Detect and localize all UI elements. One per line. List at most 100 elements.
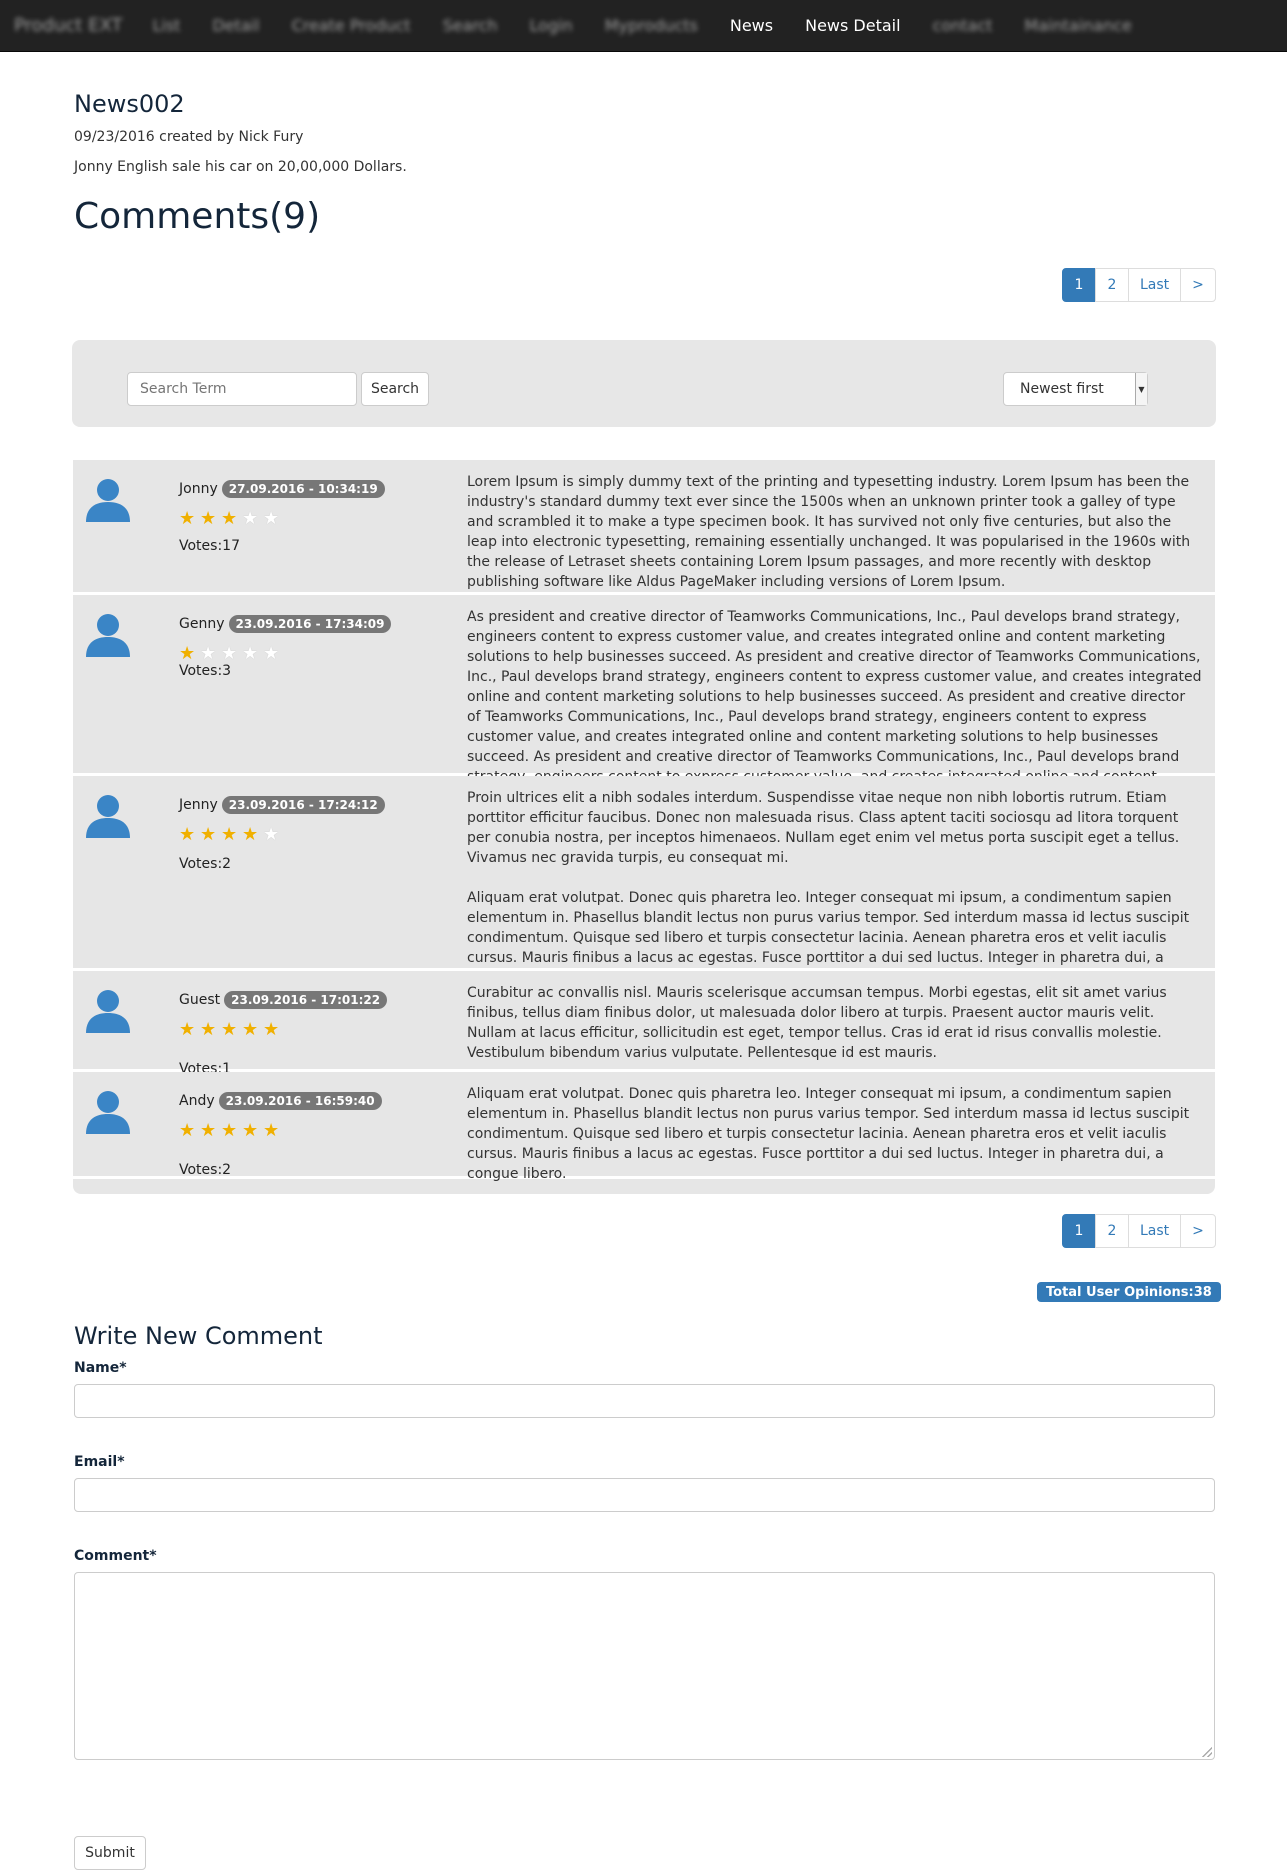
comment-date-badge: 23.09.2016 - 16:59:40 xyxy=(218,1092,382,1110)
comment-item: Jenny 23.09.2016 - 17:24:12 ★ ★ ★ ★ ★ Votes:2 Pr… xyxy=(73,776,1215,986)
comment-label: Comment* xyxy=(74,1548,157,1564)
nav-item-contact[interactable]: contact xyxy=(933,16,993,35)
star-icon[interactable]: ★ xyxy=(263,1122,284,1140)
comment-item: Jonny 27.09.2016 - 10:34:19 ★ ★ ★ ★ ★ Votes:17 L… xyxy=(73,460,1215,595)
comment-paragraph: Aliquam erat volutpat. Donec quis pharet… xyxy=(467,1086,1190,1182)
star-icon[interactable]: ★ xyxy=(263,826,284,844)
page-button[interactable]: 1 xyxy=(1062,268,1096,302)
comment-author-name: Andy xyxy=(179,1093,215,1109)
news-title: News002 xyxy=(74,90,185,118)
star-icon[interactable]: ★ xyxy=(242,510,263,528)
star-icon[interactable]: ★ xyxy=(242,645,263,663)
comments-heading: Comments(9) xyxy=(74,196,321,237)
star-icon[interactable]: ★ xyxy=(263,645,284,663)
nav-item-list[interactable]: List xyxy=(152,16,180,35)
search-button[interactable]: Search xyxy=(361,372,429,406)
pagination-bottom: 1 2 Last > xyxy=(1062,1214,1216,1248)
star-icon[interactable]: ★ xyxy=(263,1021,284,1039)
form-heading: Write New Comment xyxy=(74,1322,323,1350)
comment-date-badge: 23.09.2016 - 17:24:12 xyxy=(221,796,385,814)
star-icon[interactable]: ★ xyxy=(179,826,200,844)
star-icon[interactable]: ★ xyxy=(221,826,242,844)
nav-item-create-product[interactable]: Create Product xyxy=(292,16,411,35)
sort-select[interactable]: Newest first ▼ xyxy=(1003,372,1148,406)
search-input[interactable] xyxy=(127,372,357,406)
comment-item: Guest 23.09.2016 - 17:01:22 ★ ★ ★ ★ ★ Votes:1 Cu… xyxy=(73,971,1215,1077)
star-icon[interactable]: ★ xyxy=(200,1122,221,1140)
star-rating[interactable]: ★ ★ ★ ★ ★ xyxy=(179,826,284,844)
nav-menu: List Detail Create Product Search Login Mypro… xyxy=(152,16,1163,35)
comment-text: Curabitur ac convallis nisl. Mauris scel… xyxy=(467,983,1202,1063)
comment-author: Jenny 23.09.2016 - 17:24:12 xyxy=(179,796,385,814)
comment-author-name: Jonny xyxy=(179,481,218,497)
comment-author: Andy 23.09.2016 - 16:59:40 xyxy=(179,1092,382,1110)
user-avatar-icon xyxy=(85,476,131,522)
star-rating[interactable]: ★ ★ ★ ★ ★ xyxy=(179,1122,284,1140)
news-meta: 09/23/2016 created by Nick Fury xyxy=(74,129,304,145)
star-icon[interactable]: ★ xyxy=(179,645,200,663)
star-icon[interactable]: ★ xyxy=(200,1021,221,1039)
star-icon[interactable]: ★ xyxy=(200,645,221,663)
email-label: Email* xyxy=(74,1454,125,1470)
nav-item-myproducts[interactable]: Myproducts xyxy=(605,16,698,35)
page-button[interactable]: 2 xyxy=(1095,268,1129,302)
user-avatar-icon xyxy=(85,611,131,657)
star-icon[interactable]: ★ xyxy=(221,1021,242,1039)
star-rating[interactable]: ★ ★ ★ ★ ★ xyxy=(179,645,284,663)
star-icon[interactable]: ★ xyxy=(263,510,284,528)
comment-text: Aliquam erat volutpat. Donec quis pharet… xyxy=(467,1084,1202,1184)
star-icon[interactable]: ★ xyxy=(179,1122,200,1140)
search-bar: Search Newest first ▼ xyxy=(72,340,1216,427)
nav-item-detail[interactable]: Detail xyxy=(212,16,259,35)
comment-author-name: Genny xyxy=(179,616,225,632)
star-rating[interactable]: ★ ★ ★ ★ ★ xyxy=(179,1021,284,1039)
pagination-top: 1 2 Last > xyxy=(1062,268,1216,302)
total-opinions-badge: Total User Opinions:38 xyxy=(1037,1282,1221,1302)
page-button[interactable]: Last xyxy=(1128,1214,1182,1248)
comment-item: Andy 23.09.2016 - 16:59:40 ★ ★ ★ ★ ★ Votes:2 Ali… xyxy=(73,1072,1215,1182)
page-button[interactable]: Last xyxy=(1128,268,1182,302)
submit-button[interactable]: Submit xyxy=(74,1836,146,1870)
name-label: Name* xyxy=(74,1360,127,1376)
star-icon[interactable]: ★ xyxy=(242,1122,263,1140)
page-button[interactable]: 1 xyxy=(1062,1214,1096,1248)
resize-grip-icon[interactable] xyxy=(1202,1747,1212,1757)
name-field[interactable] xyxy=(74,1384,1215,1418)
page-button[interactable]: > xyxy=(1180,268,1216,302)
email-field[interactable] xyxy=(74,1478,1215,1512)
page-button[interactable]: > xyxy=(1180,1214,1216,1248)
user-avatar-icon xyxy=(85,792,131,838)
star-icon[interactable]: ★ xyxy=(242,1021,263,1039)
comment-list: Jonny 27.09.2016 - 10:34:19 ★ ★ ★ ★ ★ Votes:17 L… xyxy=(73,460,1215,1194)
star-icon[interactable]: ★ xyxy=(179,1021,200,1039)
user-avatar-icon xyxy=(85,987,131,1033)
comment-textarea[interactable] xyxy=(74,1572,1215,1760)
comment-author: Genny 23.09.2016 - 17:34:09 xyxy=(179,615,392,633)
nav-item-maintainance[interactable]: Maintainance xyxy=(1024,16,1131,35)
sort-select-value: Newest first xyxy=(1020,381,1104,397)
dropdown-arrow-icon[interactable]: ▼ xyxy=(1135,373,1147,405)
comment-author-name: Jenny xyxy=(179,797,218,813)
star-icon[interactable]: ★ xyxy=(221,1122,242,1140)
comment-paragraph: Lorem Ipsum is simply dummy text of the … xyxy=(467,474,1191,590)
nav-item-login[interactable]: Login xyxy=(530,16,573,35)
star-icon[interactable]: ★ xyxy=(242,826,263,844)
nav-item-news-detail[interactable]: News Detail xyxy=(805,16,900,35)
star-icon[interactable]: ★ xyxy=(200,510,221,528)
star-icon[interactable]: ★ xyxy=(221,645,242,663)
star-rating[interactable]: ★ ★ ★ ★ ★ xyxy=(179,510,284,528)
comment-text: Lorem Ipsum is simply dummy text of the … xyxy=(467,472,1202,592)
votes-count: Votes:3 xyxy=(179,663,232,679)
comment-text: Proin ultrices elit a nibh sodales inter… xyxy=(467,788,1202,988)
news-body: Jonny English sale his car on 20,00,000 … xyxy=(74,159,407,175)
star-icon[interactable]: ★ xyxy=(221,510,242,528)
nav-item-search[interactable]: Search xyxy=(443,16,498,35)
comment-paragraph: Curabitur ac convallis nisl. Mauris scel… xyxy=(467,985,1167,1061)
nav-brand[interactable]: Product EXT xyxy=(14,15,122,36)
nav-item-news[interactable]: News xyxy=(730,16,773,35)
star-icon[interactable]: ★ xyxy=(179,510,200,528)
star-icon[interactable]: ★ xyxy=(200,826,221,844)
page-button[interactable]: 2 xyxy=(1095,1214,1129,1248)
votes-count: Votes:2 xyxy=(179,1162,232,1178)
votes-count: Votes:17 xyxy=(179,538,240,554)
